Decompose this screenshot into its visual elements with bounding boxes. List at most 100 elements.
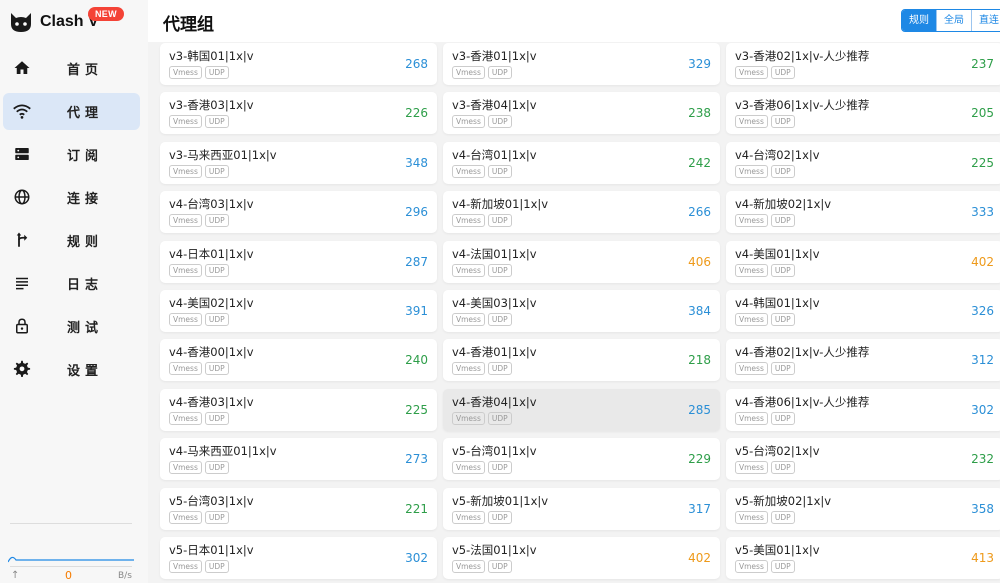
- sidebar-item-connections[interactable]: 连接: [3, 179, 140, 216]
- proxy-name: v4-美国03|1x|v: [452, 296, 537, 310]
- proxy-delay[interactable]: 242: [688, 156, 711, 170]
- proxy-card[interactable]: v4-台湾02|1x|v Vmess UDP 225: [726, 141, 1000, 184]
- proxy-name: v4-香港03|1x|v: [169, 394, 254, 409]
- proxy-delay[interactable]: 229: [688, 452, 711, 466]
- proxy-delay[interactable]: 406: [688, 255, 711, 269]
- proxy-tag: UDP: [770, 313, 795, 326]
- sidebar-item-subscription[interactable]: 订阅: [3, 136, 140, 173]
- proxy-delay[interactable]: 237: [971, 57, 994, 71]
- proxy-delay[interactable]: 225: [971, 156, 994, 170]
- wifi-icon: [13, 104, 31, 119]
- proxy-card[interactable]: v4-美国01|1x|v Vmess UDP 402: [726, 240, 1000, 283]
- proxy-delay[interactable]: 329: [688, 57, 711, 71]
- proxy-card[interactable]: v5-台湾03|1x|v Vmess UDP 221: [160, 487, 437, 530]
- sidebar-item-settings[interactable]: 设置: [3, 351, 140, 388]
- proxy-delay[interactable]: 232: [971, 452, 994, 466]
- proxy-delay[interactable]: 302: [971, 403, 994, 417]
- proxy-card[interactable]: v5-日本01|1x|v Vmess UDP 302: [160, 537, 437, 579]
- proxy-name: v4-台湾03|1x|v: [169, 197, 254, 212]
- proxy-delay[interactable]: 221: [405, 502, 428, 516]
- proxy-card[interactable]: v4-香港04|1x|v Vmess UDP 285: [443, 388, 720, 431]
- proxy-delay[interactable]: 218: [688, 353, 711, 367]
- sidebar-item-logs[interactable]: 日志: [3, 265, 140, 302]
- proxy-card[interactable]: v4-美国03|1x|v Vmess UDP 384: [443, 290, 720, 332]
- proxy-delay[interactable]: 225: [405, 403, 428, 417]
- proxy-delay[interactable]: 302: [405, 551, 428, 565]
- proxy-delay[interactable]: 273: [405, 452, 428, 466]
- proxy-card[interactable]: v4-台湾03|1x|v Vmess UDP 296: [160, 191, 437, 234]
- proxy-card[interactable]: v4-台湾01|1x|v Vmess UDP 242: [443, 141, 720, 184]
- proxy-grid: v3-韩国01|1x|v Vmess UDP 268 v3-香港01|1x|v Vmess…: [148, 42, 1000, 583]
- proxy-tags: Vmess UDP: [452, 461, 512, 475]
- proxy-tag: UDP: [487, 263, 512, 277]
- proxy-card[interactable]: v5-台湾01|1x|v Vmess UDP 229: [443, 438, 720, 481]
- proxy-card[interactable]: v5-新加坡01|1x|v Vmess UDP 317: [443, 487, 720, 530]
- proxy-card[interactable]: v4-香港01|1x|v Vmess UDP 218: [443, 339, 720, 382]
- proxy-card[interactable]: v4-香港02|1x|v-人少推荐 Vmess UDP 312: [726, 339, 1000, 382]
- proxy-card[interactable]: v5-台湾02|1x|v Vmess UDP 232: [726, 438, 1000, 481]
- proxy-delay[interactable]: 317: [688, 502, 711, 516]
- proxy-tags: Vmess UDP: [169, 66, 229, 79]
- proxy-tag: Vmess: [452, 510, 485, 524]
- proxy-tags: Vmess UDP: [452, 115, 512, 129]
- proxy-delay[interactable]: 326: [971, 304, 994, 318]
- proxy-tag: UDP: [770, 510, 795, 524]
- proxy-card[interactable]: v4-韩国01|1x|v Vmess UDP 326: [726, 290, 1000, 332]
- proxy-card[interactable]: v5-新加坡02|1x|v Vmess UDP 358: [726, 487, 1000, 530]
- proxy-card[interactable]: v3-香港01|1x|v Vmess UDP 329: [443, 43, 720, 85]
- sidebar-item-proxy[interactable]: 代理: [3, 93, 140, 130]
- sidebar-item-rules[interactable]: 规则: [3, 222, 140, 259]
- proxy-delay[interactable]: 402: [971, 255, 994, 269]
- proxy-card[interactable]: v3-香港03|1x|v Vmess UDP 226: [160, 92, 437, 135]
- proxy-tags: Vmess UDP: [452, 263, 512, 277]
- proxy-name: v3-香港04|1x|v: [452, 98, 537, 113]
- proxy-delay[interactable]: 413: [971, 551, 994, 565]
- proxy-delay[interactable]: 333: [971, 205, 994, 219]
- proxy-card[interactable]: v3-马来西亚01|1x|v Vmess UDP 348: [160, 141, 437, 184]
- proxy-tags: Vmess UDP: [452, 510, 512, 524]
- proxy-card[interactable]: v4-法国01|1x|v Vmess UDP 406: [443, 240, 720, 283]
- proxy-tag: UDP: [204, 510, 229, 524]
- proxy-card[interactable]: v4-马来西亚01|1x|v Vmess UDP 273: [160, 438, 437, 481]
- proxy-delay[interactable]: 348: [405, 156, 428, 170]
- proxy-delay[interactable]: 358: [971, 502, 994, 516]
- proxy-tag: UDP: [204, 560, 229, 573]
- sidebar-item-test[interactable]: 测试: [3, 308, 140, 345]
- proxy-delay[interactable]: 402: [688, 551, 711, 565]
- proxy-delay[interactable]: 285: [688, 403, 711, 417]
- sidebar-item-home[interactable]: 首页: [3, 50, 140, 87]
- proxy-card[interactable]: v4-新加坡01|1x|v Vmess UDP 266: [443, 191, 720, 234]
- proxy-card[interactable]: v4-香港03|1x|v Vmess UDP 225: [160, 388, 437, 431]
- proxy-delay[interactable]: 312: [971, 353, 994, 367]
- log-icon: [16, 277, 28, 290]
- mode-rule-button[interactable]: 规则: [902, 10, 937, 31]
- proxy-card[interactable]: v4-新加坡02|1x|v Vmess UDP 333: [726, 191, 1000, 234]
- proxy-name: v3-香港06|1x|v-人少推荐: [735, 98, 870, 113]
- proxy-tag: Vmess: [169, 214, 202, 228]
- proxy-card[interactable]: v3-香港02|1x|v-人少推荐 Vmess UDP 237: [726, 43, 1000, 85]
- proxy-delay[interactable]: 238: [688, 106, 711, 120]
- proxy-tags: Vmess UDP: [452, 560, 512, 573]
- proxy-name: v4-马来西亚01|1x|v: [169, 444, 277, 459]
- proxy-card[interactable]: v4-香港00|1x|v Vmess UDP 240: [160, 339, 437, 382]
- proxy-delay[interactable]: 391: [405, 304, 428, 318]
- proxy-card[interactable]: v4-日本01|1x|v Vmess UDP 287: [160, 240, 437, 283]
- proxy-card[interactable]: v4-美国02|1x|v Vmess UDP 391: [160, 290, 437, 332]
- proxy-delay[interactable]: 240: [405, 353, 428, 367]
- proxy-card[interactable]: v5-美国01|1x|v Vmess UDP 413: [726, 537, 1000, 579]
- proxy-card[interactable]: v3-韩国01|1x|v Vmess UDP 268: [160, 43, 437, 85]
- proxy-delay[interactable]: 205: [971, 106, 994, 120]
- proxy-delay[interactable]: 226: [405, 106, 428, 120]
- proxy-card[interactable]: v3-香港06|1x|v-人少推荐 Vmess UDP 205: [726, 92, 1000, 135]
- proxy-card[interactable]: v5-法国01|1x|v Vmess UDP 402: [443, 537, 720, 579]
- proxy-delay[interactable]: 268: [405, 57, 428, 71]
- proxy-delay[interactable]: 296: [405, 205, 428, 219]
- proxy-card[interactable]: v4-香港06|1x|v-人少推荐 Vmess UDP 302: [726, 388, 1000, 431]
- proxy-delay[interactable]: 266: [688, 205, 711, 219]
- dns-icon: [15, 148, 29, 160]
- proxy-delay[interactable]: 384: [688, 304, 711, 318]
- proxy-delay[interactable]: 287: [405, 255, 428, 269]
- proxy-card[interactable]: v3-香港04|1x|v Vmess UDP 238: [443, 92, 720, 135]
- mode-direct-button[interactable]: 直连: [972, 10, 1000, 31]
- mode-global-button[interactable]: 全局: [937, 10, 972, 31]
